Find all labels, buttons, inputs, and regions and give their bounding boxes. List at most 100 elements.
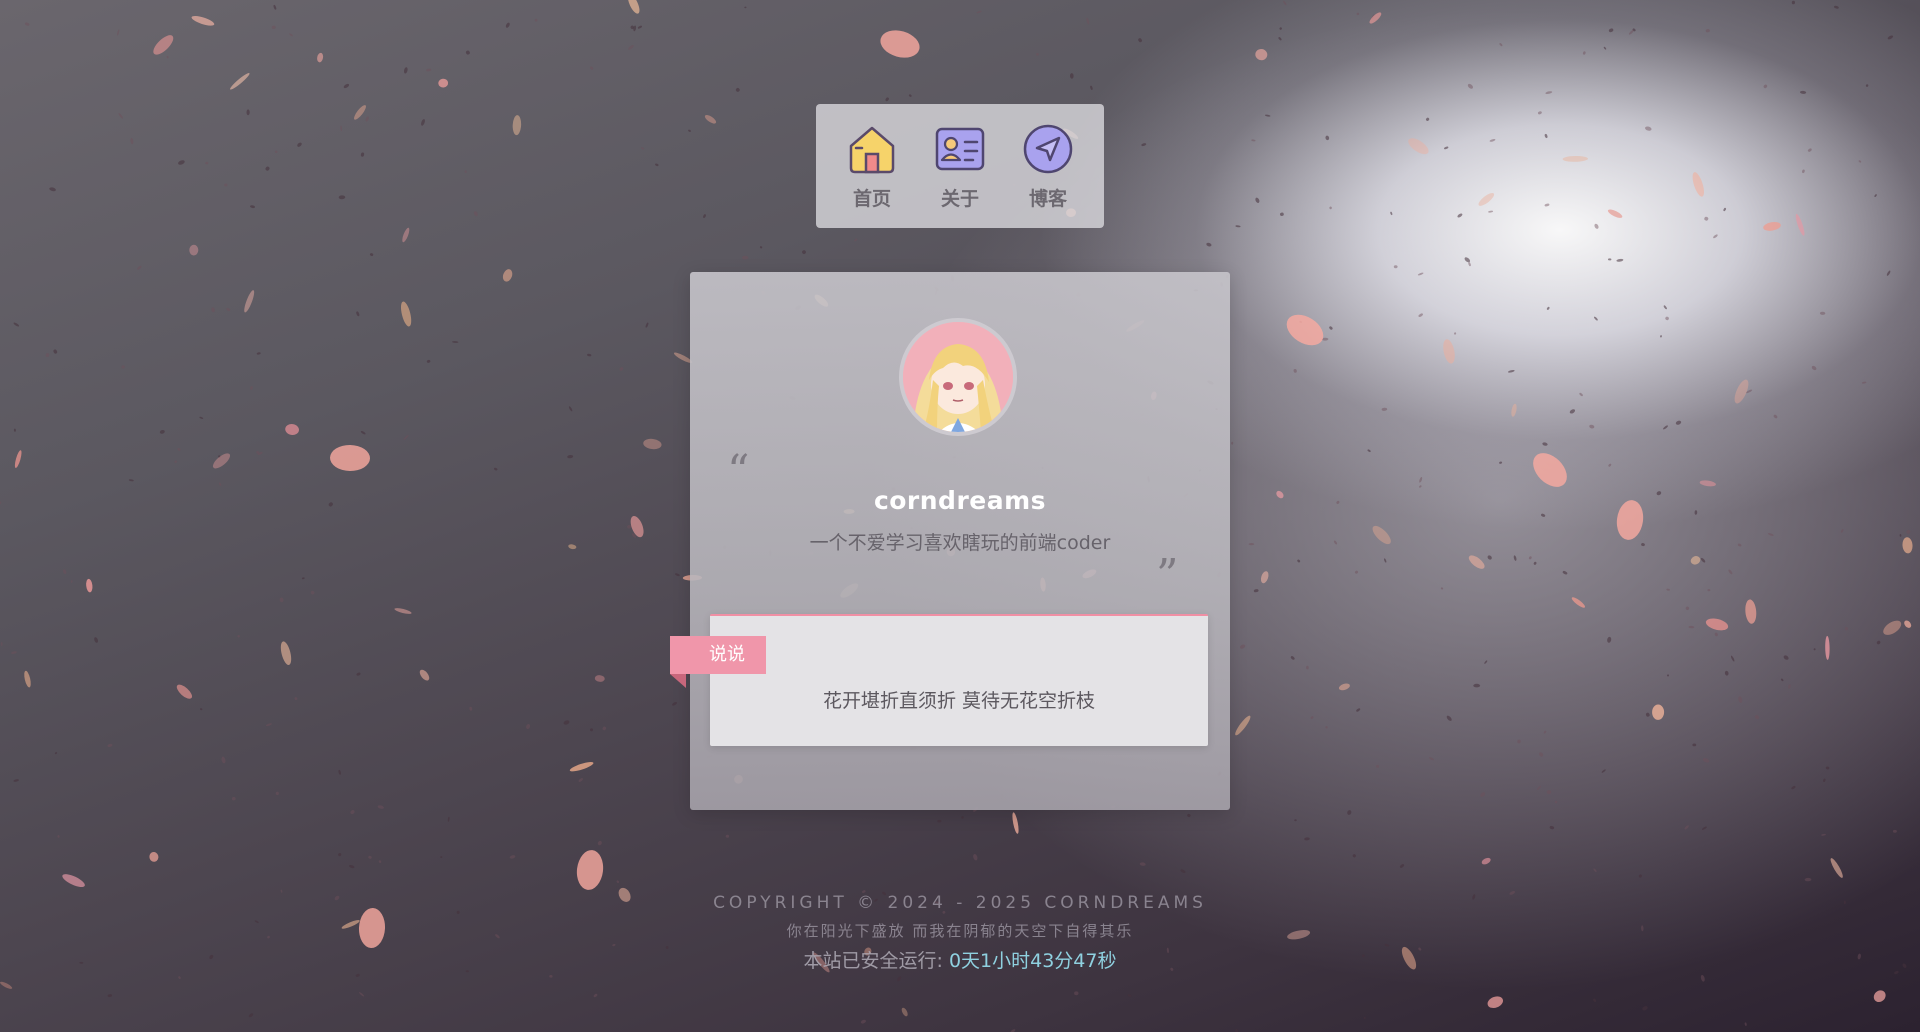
petal-speck [1692,743,1697,747]
petal-speck [1685,606,1690,611]
petal-speck [589,66,594,70]
cherry-petal [394,608,412,614]
petal-speck [1537,785,1541,790]
nav-item-about[interactable]: 关于 [920,122,1000,211]
petal-speck [1876,640,1881,645]
glowing-petal [1286,314,1324,346]
petal-speck [703,214,706,218]
petal-speck [1608,463,1612,467]
cherry-petal [189,244,199,256]
petal-speck [1333,540,1338,545]
petal-speck [1819,311,1826,315]
cherry-petal [569,762,594,772]
petal-speck [1823,778,1826,783]
petal-speck [1384,558,1387,563]
petal-speck [1656,491,1662,496]
petal-speck [440,856,443,859]
petal-speck [350,810,355,815]
petal-speck [1304,837,1310,841]
petal-speck [1299,320,1303,323]
cherry-petal [1699,480,1716,487]
petal-speck [1906,530,1911,534]
petal-speck [265,723,272,727]
cherry-petal [1690,556,1701,565]
petal-speck [672,701,677,706]
petal-speck [107,743,113,747]
petal-speck [1807,148,1812,152]
cherry-petal [1487,996,1504,1008]
glowing-petal [1616,500,1644,540]
petal-speck [159,430,165,434]
petal-speck [1593,868,1597,872]
cherry-petal [1873,990,1886,1003]
petal-speck [1367,449,1371,453]
petal-speck [1239,644,1246,649]
petal-speck [1737,543,1742,547]
petal-speck [534,18,538,22]
shuoshuo-text: 花开堪折直须折 莫待无花空折枝 [822,690,1096,712]
petal-speck [377,805,384,809]
petal-speck [1376,764,1380,768]
petal-speck [1141,143,1147,147]
petal-speck [130,137,134,145]
petal-speck [473,211,478,217]
petal-speck [1773,414,1778,419]
petal-speck [1694,510,1698,515]
petal-speck [1886,270,1891,276]
petal-speck [1544,203,1550,207]
petal-speck [1738,696,1743,703]
petal-speck [1297,559,1301,563]
petal-speck [602,726,607,731]
petal-speck [365,116,369,122]
petal-speck [54,752,58,755]
petal-speck [426,68,432,72]
petal-speck [224,183,228,187]
petal-speck [1127,994,1132,997]
petal-speck [403,67,408,74]
petal-speck [49,187,56,192]
cherry-petal [1012,812,1019,834]
petal-speck [1264,114,1271,117]
petal-speck [1545,91,1553,95]
petal-speck [360,152,365,157]
petal-speck [1767,533,1774,536]
nav-item-blog[interactable]: 博客 [1008,122,1088,211]
petal-speck [1533,561,1537,565]
petal-speck [1616,258,1624,262]
cherry-petal [704,115,717,124]
petal-speck [1811,365,1817,371]
petal-speck [1665,316,1669,321]
petal-speck [976,10,982,14]
petal-speck [1417,272,1424,276]
petal-speck [1802,169,1805,174]
cherry-petal [280,641,292,665]
glowing-petal [880,30,920,58]
cherry-petal [627,0,640,14]
petal-speck [1746,389,1753,394]
profile-card-icon [935,127,985,170]
cherry-petal [1255,48,1268,61]
petal-speck [1899,534,1902,537]
petal-speck [1090,85,1093,90]
petal-speck [1663,305,1667,310]
cherry-petal [1235,715,1251,736]
petal-speck [250,386,253,390]
cherry-petal [643,438,662,450]
nav-item-home[interactable]: 首页 [832,122,912,211]
avatar[interactable] [899,318,1017,436]
petal-speck [1730,655,1735,662]
petal-speck [735,87,740,92]
petal-speck [1489,139,1496,142]
cherry-petal [149,852,159,862]
petal-speck [1283,0,1287,6]
petal-speck [526,723,531,730]
petal-speck [301,577,305,580]
petal-speck [1582,51,1586,55]
petal-speck [1744,1022,1747,1026]
petal-speck [1480,792,1486,797]
petal-speck [297,142,302,147]
petal-speck [590,728,593,732]
petal-speck [1419,485,1422,488]
cherry-petal [1902,537,1913,554]
petal-speck [1428,757,1435,761]
